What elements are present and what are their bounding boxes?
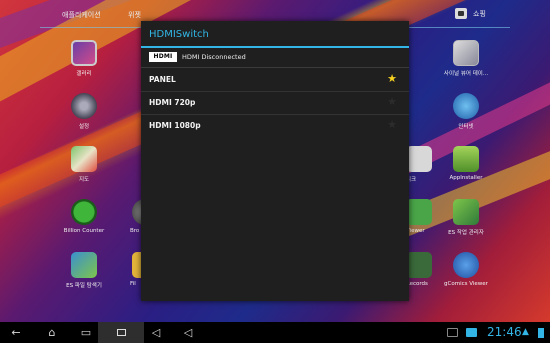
- tab-apps[interactable]: 애플리케이션: [62, 10, 101, 20]
- app-es-file-explorer[interactable]: ES 파일 탐색기: [56, 252, 112, 289]
- app-browser[interactable]: Bro: [116, 199, 144, 234]
- hdmi-switch-dialog: HDMISwitch HDMI HDMI Disconnected PANEL …: [141, 21, 409, 301]
- option-hdmi-720p[interactable]: HDMI 720p ★: [141, 91, 409, 115]
- battery-icon: [538, 328, 544, 338]
- viewer-icon: [406, 199, 432, 225]
- star-icon: ★: [387, 118, 397, 131]
- star-icon: ★: [387, 72, 397, 85]
- app-label: 갤러리: [76, 71, 92, 77]
- screenshot-icon[interactable]: [98, 322, 144, 343]
- app-label: gComics Viewer: [444, 281, 488, 287]
- shop-icon: [455, 8, 467, 19]
- dialog-title-divider: [141, 46, 409, 48]
- app-label: AppInstaller: [449, 175, 483, 181]
- recent-apps-icon[interactable]: ▭: [78, 325, 94, 340]
- app-icon: [406, 146, 432, 172]
- signal-viewer-icon: [453, 40, 479, 66]
- app-maps[interactable]: 지도: [56, 146, 112, 183]
- es-file-explorer-icon: [71, 252, 97, 278]
- gcomics-viewer-icon: [453, 252, 479, 278]
- hdmi-status-row: HDMI HDMI Disconnected: [149, 52, 246, 62]
- app-label: Viewer: [406, 228, 425, 234]
- app-label: ES 작업 관리자: [448, 230, 484, 236]
- billion-counter-icon: [71, 199, 97, 225]
- app-billion-counter[interactable]: Billion Counter: [56, 199, 112, 234]
- app-label: Records: [406, 281, 428, 287]
- dialog-title: HDMISwitch: [149, 29, 209, 40]
- app-label: 리크: [406, 177, 417, 183]
- shop-label: 쇼핑: [473, 9, 486, 18]
- app-label: Billion Counter: [63, 228, 105, 234]
- app-label: 지도: [78, 177, 90, 183]
- notification-icon[interactable]: [447, 328, 458, 337]
- settings-icon: [71, 93, 97, 119]
- clock[interactable]: 21:46: [487, 325, 522, 339]
- app-right-1[interactable]: 리크: [406, 146, 436, 183]
- app-settings[interactable]: 설정: [56, 93, 112, 130]
- maps-icon: [71, 146, 97, 172]
- notification-icon[interactable]: [466, 328, 477, 337]
- volume-up-icon[interactable]: ◁: [180, 325, 196, 340]
- hdmi-status-text: HDMI Disconnected: [182, 53, 246, 61]
- app-gcomics-viewer[interactable]: gComics Viewer: [438, 252, 494, 287]
- system-navigation-bar: ← ⌂ ▭ ◁ ◁ 21:46 ▲: [0, 322, 550, 343]
- records-icon: [406, 252, 432, 278]
- option-label: PANEL: [149, 75, 176, 84]
- option-panel[interactable]: PANEL ★: [141, 68, 409, 92]
- volume-down-icon[interactable]: ◁: [148, 325, 164, 340]
- home-icon[interactable]: ⌂: [44, 325, 60, 340]
- app-label: ES 파일 탐색기: [66, 283, 102, 289]
- shop-button[interactable]: 쇼핑: [455, 8, 486, 19]
- app-installer-icon: [453, 146, 479, 172]
- app-internet[interactable]: 인터넷: [438, 93, 494, 130]
- back-icon[interactable]: ←: [8, 325, 24, 340]
- hdmi-logo: HDMI: [149, 52, 177, 62]
- app-files[interactable]: Fil: [116, 252, 144, 287]
- app-gallery[interactable]: 갤러리: [56, 40, 112, 77]
- app-label: 사이널 뷰어 데이...: [443, 71, 489, 77]
- es-task-manager-icon: [453, 199, 479, 225]
- app-app-installer[interactable]: AppInstaller: [438, 146, 494, 181]
- app-label: Bro: [130, 228, 140, 234]
- option-label: HDMI 720p: [149, 98, 196, 107]
- app-signal-viewer[interactable]: 사이널 뷰어 데이...: [438, 40, 494, 77]
- wifi-icon: ▲: [522, 327, 529, 337]
- app-viewer[interactable]: Viewer: [406, 199, 436, 234]
- app-label: 설정: [78, 124, 90, 130]
- tab-widgets[interactable]: 위젯: [128, 10, 141, 20]
- option-label: HDMI 1080p: [149, 121, 201, 130]
- option-hdmi-1080p[interactable]: HDMI 1080p ★: [141, 114, 409, 138]
- app-label: Fil: [130, 281, 136, 287]
- app-es-task-manager[interactable]: ES 작업 관리자: [438, 199, 494, 236]
- internet-icon: [453, 93, 479, 119]
- gallery-icon: [71, 40, 97, 66]
- app-label: 인터넷: [458, 124, 474, 130]
- star-icon: ★: [387, 95, 397, 108]
- app-records[interactable]: Records: [406, 252, 436, 287]
